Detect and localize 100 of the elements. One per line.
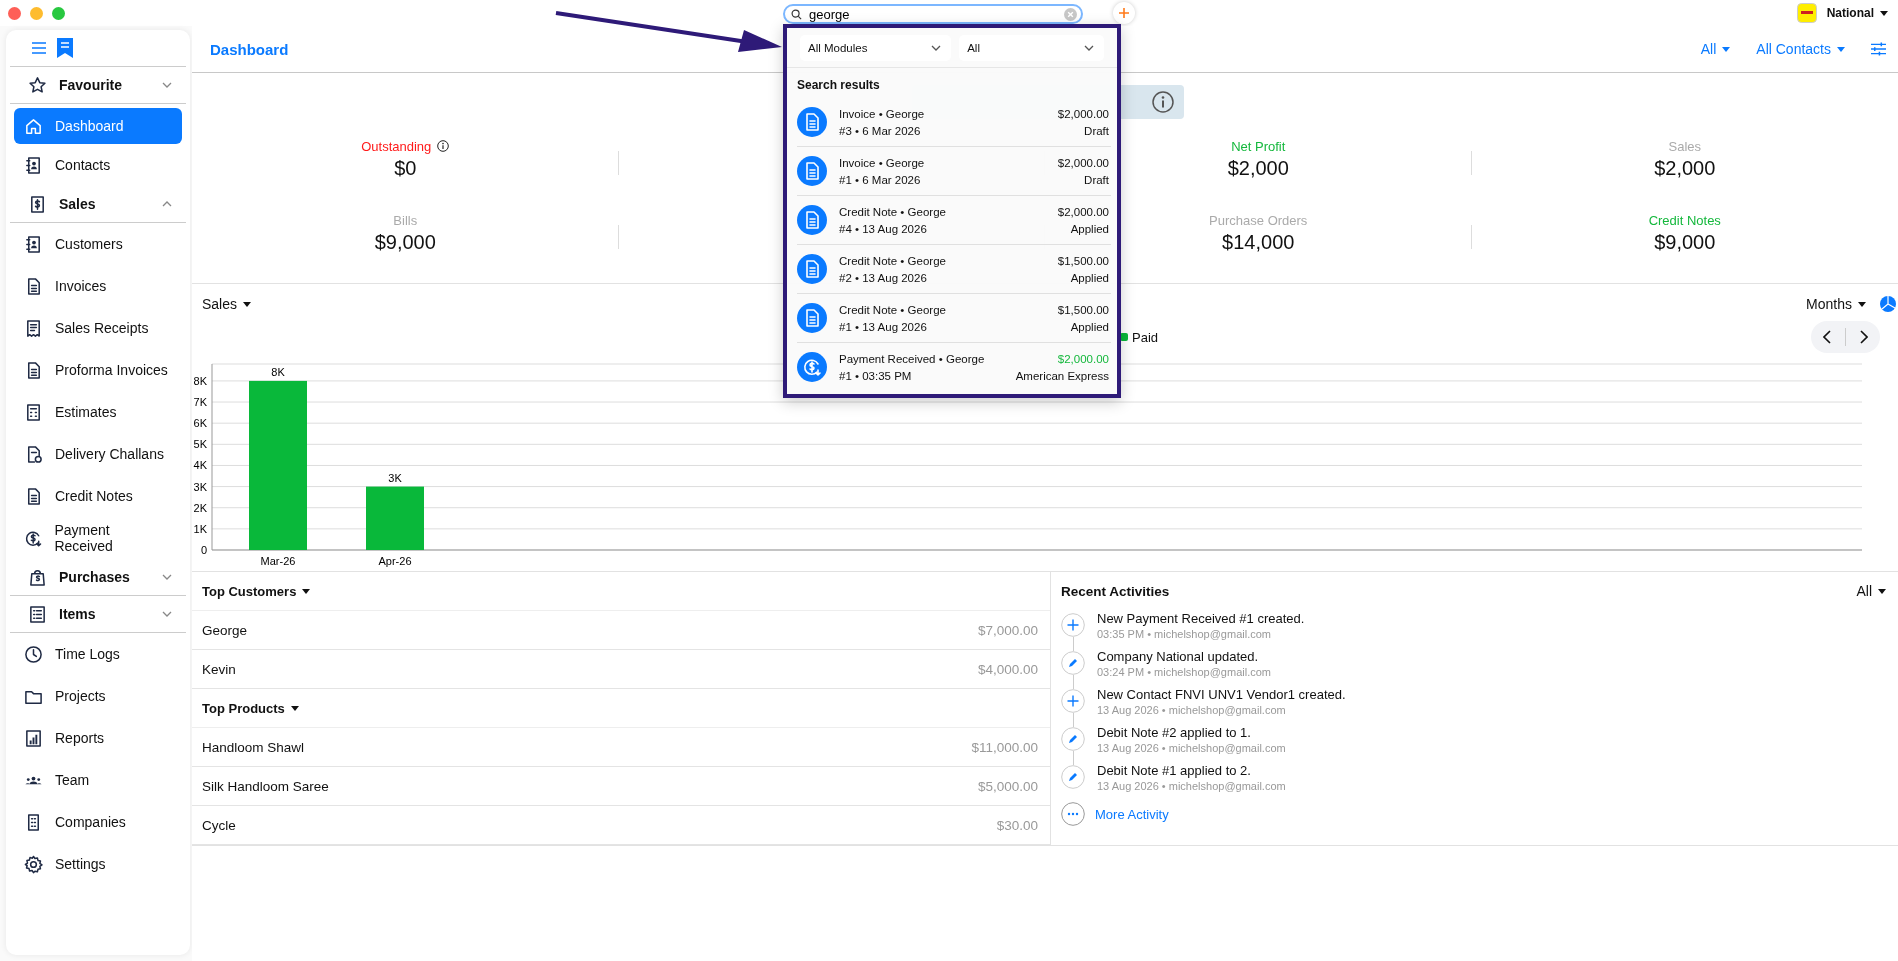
results-heading: Search results [796,77,881,94]
pie-chart-icon[interactable] [1880,296,1896,312]
axis-tick-label: 0 [200,544,207,556]
sidebar-item[interactable]: Customers [14,223,182,265]
list-dropdown[interactable]: Top Customers [202,583,311,599]
sidebar-item[interactable]: Team [14,759,182,801]
dollar-document-icon [28,194,47,214]
maximize-window-button[interactable] [52,6,65,20]
sidebar-section[interactable]: Favourite [10,67,186,104]
document-icon [797,303,827,333]
activity-meta: 13 Aug 2026 • michelshop@gmail.com [1097,779,1286,792]
chevron-down-icon [1084,45,1094,51]
chevron-down-icon [931,45,942,51]
search-result[interactable]: Credit Note • George #2 • 13 Aug 2026 $1,500.00 Applied [797,245,1111,294]
sidebar-item[interactable]: Payment Received [14,517,182,559]
caret-icon [302,588,311,594]
search-result[interactable]: Invoice • George #3 • 6 Mar 2026 $2,000.00 Draft [797,98,1111,147]
settings-icon [24,854,43,874]
search-result[interactable]: Payment Received • George #1 • 03:35 PM $2,000.00 American Express [797,343,1111,391]
stat-value: $2,000 [1227,157,1289,180]
chevron-right-icon [1860,330,1868,344]
axis-category-label: Apr-26 [378,555,412,567]
minimize-window-button[interactable] [30,6,43,20]
period-dropdown[interactable]: Months [1806,296,1866,312]
search-result[interactable]: Invoice • George #1 • 6 Mar 2026 $2,000.00 Draft [797,147,1111,196]
module-filter-dropdown[interactable]: All Modules [800,35,952,61]
search-result[interactable]: Credit Note • George #4 • 13 Aug 2026 $2,000.00 Applied [797,196,1111,245]
sliders-icon[interactable] [1871,42,1886,56]
sidebar-item[interactable]: Proforma Invoices [14,349,182,391]
star-icon [28,75,47,95]
stat-label: Sales [1668,138,1701,154]
activity-text: Debit Note #1 applied to 2. [1097,762,1252,778]
stat-label: Outstanding [361,138,432,154]
search-icon [791,9,802,20]
row-amount: $5,000.00 [977,778,1038,794]
sidebar-section[interactable]: Sales [10,186,186,223]
previous-button[interactable] [1823,330,1831,344]
receipt-icon [24,318,43,338]
chevron-icon [162,201,172,207]
stat-value: $9,000 [1654,231,1716,254]
chart-type-dropdown[interactable]: Sales [202,296,252,312]
list-dropdown[interactable]: Top Products [202,700,299,716]
sidebar-item[interactable]: Credit Notes [14,475,182,517]
sidebar-section[interactable]: Purchases [10,559,186,596]
section-title: Recent Activities [1061,583,1170,599]
row-amount: $4,000.00 [977,661,1038,677]
sidebar-item[interactable]: Settings [14,843,182,885]
add-button[interactable] [1113,2,1135,24]
info-icon[interactable] [1152,91,1174,113]
chevron-icon [162,611,172,617]
more-icon[interactable] [1061,802,1085,826]
activity-filter-dropdown[interactable]: All [1856,583,1886,599]
axis-tick-label: 7K [193,396,207,409]
more-activity-link[interactable]: More Activity [1095,806,1169,822]
sidebar-item[interactable]: Companies [14,801,182,843]
shopping-bag-icon [28,567,47,587]
axis-tick-label: 3K [193,480,207,493]
filter-dropdown[interactable]: All Contacts [1756,41,1845,57]
stat-value: $14,000 [1222,231,1295,254]
sidebar-section[interactable]: Items [10,596,186,633]
sidebar-item[interactable]: Delivery Challans [14,433,182,475]
menu-icon[interactable] [32,42,46,54]
sidebar-item[interactable]: Contacts [14,144,182,186]
axis-tick-label: 8K [193,374,207,387]
sidebar-item[interactable]: Dashboard [14,108,182,144]
row-amount: $7,000.00 [977,622,1038,638]
module-filter-dropdown[interactable]: All [959,35,1104,61]
sidebar-item[interactable]: Sales Receipts [14,307,182,349]
search-result[interactable]: Credit Note • George #1 • 13 Aug 2026 $1,500.00 Applied [797,294,1111,343]
axis-tick-label: 4K [193,459,207,472]
filter-dropdown[interactable]: All [1700,41,1731,57]
next-button[interactable] [1860,330,1868,344]
sidebar-item[interactable]: Estimates [14,391,182,433]
search-field[interactable]: george [783,4,1083,24]
row-name: Handloom Shawl [202,739,305,755]
sidebar-item[interactable]: Invoices [14,265,182,307]
row-name: Silk Handloom Saree [202,778,329,794]
company-logo-icon [1796,3,1817,23]
sidebar-item[interactable]: Time Logs [14,633,182,675]
axis-tick-label: 6K [193,417,207,430]
sidebar-item[interactable]: Reports [14,717,182,759]
document-icon [797,254,827,284]
bar-chart-icon [24,728,43,748]
page-title: Dashboard [210,40,289,58]
document-icon [797,205,827,235]
clear-icon[interactable] [1064,8,1077,21]
address-book-icon [24,234,43,254]
stat-value: $0 [394,157,417,180]
list-icon [28,604,47,624]
close-window-button[interactable] [8,6,21,20]
row-name: George [202,622,248,638]
company-dropdown[interactable]: National [1826,6,1888,20]
caret-icon [290,705,299,711]
info-icon[interactable] [437,140,450,152]
sidebar-item[interactable]: Projects [14,675,182,717]
caret-icon [1837,46,1845,52]
stat-label: Purchase Orders [1209,212,1308,228]
chevron-left-icon [1823,330,1831,344]
legend-label: Paid [1132,329,1159,345]
bar [366,486,424,550]
